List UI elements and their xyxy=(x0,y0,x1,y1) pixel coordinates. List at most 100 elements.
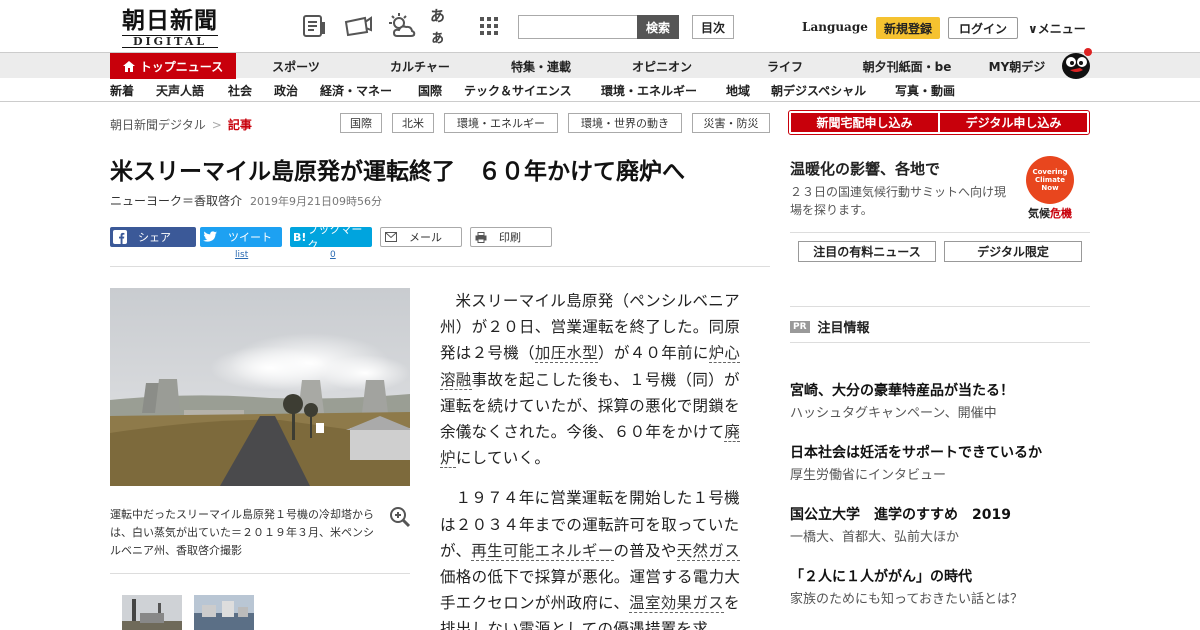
nav-life[interactable]: ライフ xyxy=(750,53,820,79)
facebook-icon xyxy=(110,227,130,247)
pr-heading: PR 注目情報 xyxy=(790,317,870,336)
nav-top-news[interactable]: トップニュース xyxy=(110,53,236,79)
subnav-economy[interactable]: 経済・マネー xyxy=(320,82,392,99)
photo-thumbnail[interactable] xyxy=(122,595,182,630)
subnav-region[interactable]: 地域 xyxy=(726,82,750,99)
keyword-link[interactable]: 天然ガス xyxy=(676,541,740,561)
breadcrumb-separator: > xyxy=(211,118,222,132)
nav-paper[interactable]: 朝夕刊紙面・be xyxy=(852,53,962,79)
twitter-share-label: ツイート xyxy=(228,231,272,244)
divider xyxy=(790,306,1090,307)
subnav-tenseijingo[interactable]: 天声人語 xyxy=(156,82,204,99)
pr-heading-text: 注目情報 xyxy=(817,321,870,336)
subnav-society[interactable]: 社会 xyxy=(228,82,252,99)
subnav-tech[interactable]: テック＆サイエンス xyxy=(464,82,572,99)
nav-features[interactable]: 特集・連載 xyxy=(496,53,586,79)
newspaper-icon[interactable] xyxy=(300,12,328,40)
logo-main-text: 朝日新聞 xyxy=(122,7,218,34)
pr-item-title[interactable]: 国公立大学 進学のすすめ 2019 xyxy=(790,504,1011,524)
mail-share-button[interactable]: メール xyxy=(380,227,462,247)
author: ニューヨーク＝香取啓介 xyxy=(110,194,243,208)
facebook-share-label: シェア xyxy=(138,231,171,244)
logo-sub-text: DIGITAL xyxy=(122,35,218,48)
print-button[interactable]: 印刷 xyxy=(470,227,552,247)
tag-environment-energy[interactable]: 環境・エネルギー xyxy=(444,113,558,133)
language-link[interactable]: Language xyxy=(802,20,868,34)
zoom-icon[interactable] xyxy=(389,506,411,528)
pr-item-title[interactable]: 日本社会は妊活をサポートできているか xyxy=(790,442,1042,462)
climate-badge-label: 気候危機 xyxy=(1022,205,1078,221)
hatena-count[interactable]: 0 xyxy=(330,250,336,260)
hatena-icon: B! xyxy=(293,230,307,244)
newspaper-subscribe-button[interactable]: 新聞宅配申し込み xyxy=(791,113,938,132)
feature-title[interactable]: 温暖化の影響、各地で xyxy=(790,158,940,179)
main-nav: トップニュース スポーツ カルチャー 特集・連載 オピニオン ライフ 朝夕刊紙面… xyxy=(0,52,1200,79)
twitter-icon xyxy=(200,227,220,247)
pr-item-subtitle: 一橋大、首都大、弘前大ほか xyxy=(790,530,960,545)
grid-menu-icon[interactable] xyxy=(475,12,503,40)
badge-text: 気候 xyxy=(1028,207,1050,220)
climate-badge[interactable]: Covering Climate Now 気候危機 xyxy=(1022,156,1078,220)
keyword-link[interactable]: 加圧水型 xyxy=(534,344,599,364)
divider xyxy=(790,342,1090,343)
nav-sports[interactable]: スポーツ xyxy=(256,53,336,79)
search-button[interactable]: 検索 xyxy=(637,15,679,39)
hatena-bookmark-button[interactable]: B! ブックマーク xyxy=(290,223,372,252)
signup-button[interactable]: 新規登録 xyxy=(876,17,940,39)
article-photo[interactable] xyxy=(110,288,410,486)
menu-button[interactable]: ∨メニュー xyxy=(1028,20,1086,37)
keyword-link[interactable]: 再生可能エネルギー xyxy=(471,541,614,561)
tag-international[interactable]: 国際 xyxy=(340,113,382,133)
mail-share-label: メール xyxy=(409,231,442,244)
breadcrumb-home[interactable]: 朝日新聞デジタル xyxy=(110,118,206,132)
pr-item-subtitle: 厚生労働省にインタビュー xyxy=(790,468,947,483)
weather-icon[interactable] xyxy=(386,12,418,40)
feature-subtitle: ２３日の国連気候行動サミットへ向け現場を探ります。 xyxy=(790,185,1007,217)
article-title: 米スリーマイル島原発が運転終了 ６０年かけて廃炉へ xyxy=(110,159,685,185)
paragraph: 米スリーマイル島原発（ペンシルベニア州）が２０日、営業運転を終了した。同原発は２… xyxy=(440,288,752,471)
pr-item-title[interactable]: 宮崎、大分の豪華特産品が当たる！ xyxy=(790,380,1014,400)
climate-badge-logo: Covering Climate Now xyxy=(1026,156,1074,204)
nav-culture[interactable]: カルチャー xyxy=(375,53,465,79)
photo-thumbnail[interactable] xyxy=(194,595,254,630)
text: ）が４０年前に xyxy=(598,344,709,363)
nav-opinion[interactable]: オピニオン xyxy=(617,53,707,79)
nav-my-asadigi[interactable]: MY朝デジ xyxy=(980,53,1054,79)
subnav-special[interactable]: 朝デジスペシャル xyxy=(771,82,866,99)
pr-item-title[interactable]: 「２人に１人ががん」の時代 xyxy=(790,566,972,586)
paragraph: １９７４年に営業運転を開始した１号機は２０３４年までの運転許可を取っていたが、再… xyxy=(440,485,752,630)
pr-item-subtitle: ハッシュタグキャンペーン、開催中 xyxy=(790,406,997,421)
divider xyxy=(110,266,770,267)
login-button[interactable]: ログイン xyxy=(948,17,1018,39)
subnav-world[interactable]: 国際 xyxy=(418,82,442,99)
mail-icon xyxy=(381,227,401,247)
divider xyxy=(110,573,410,574)
mascot-icon xyxy=(1058,44,1094,80)
search-input[interactable] xyxy=(518,15,638,39)
breadcrumb: 朝日新聞デジタル > 記事 xyxy=(110,116,252,133)
paid-news-button[interactable]: 注目の有料ニュース xyxy=(798,241,936,262)
twitter-count[interactable]: list xyxy=(235,250,248,260)
contents-button[interactable]: 目次 xyxy=(692,15,734,39)
tag-disaster[interactable]: 災害・防災 xyxy=(692,113,770,133)
site-logo[interactable]: 朝日新聞 DIGITAL xyxy=(112,8,228,48)
nav-top-news-label: トップニュース xyxy=(139,59,224,74)
site-header: 朝日新聞 DIGITAL あぁ 検索 目次 Language 新規登録 ログイン… xyxy=(0,0,1200,52)
facebook-share-button[interactable]: シェア xyxy=(110,227,196,247)
tag-north-america[interactable]: 北米 xyxy=(392,113,434,133)
text: にしていく。 xyxy=(455,449,551,468)
subnav-photo[interactable]: 写真・動画 xyxy=(895,82,955,99)
keyword-link[interactable]: 温室効果ガス xyxy=(629,594,724,614)
subnav-latest[interactable]: 新着 xyxy=(110,82,134,99)
font-size-icon[interactable]: あぁ xyxy=(430,7,458,46)
badge-text-red: 危機 xyxy=(1050,207,1072,220)
tag-environment-world[interactable]: 環境・世界の動き xyxy=(568,113,682,133)
subnav-environment[interactable]: 環境・エネルギー xyxy=(601,82,697,99)
photo-caption: 運転中だったスリーマイル島原発１号機の冷却塔からは、白い蒸気が出ていた＝２０１９… xyxy=(110,508,374,557)
home-icon xyxy=(122,60,135,72)
video-icon[interactable] xyxy=(342,12,374,40)
subnav-politics[interactable]: 政治 xyxy=(274,82,298,99)
digital-subscribe-button[interactable]: デジタル申し込み xyxy=(940,113,1087,132)
twitter-share-button[interactable]: ツイート xyxy=(200,227,282,247)
digital-only-button[interactable]: デジタル限定 xyxy=(944,241,1082,262)
